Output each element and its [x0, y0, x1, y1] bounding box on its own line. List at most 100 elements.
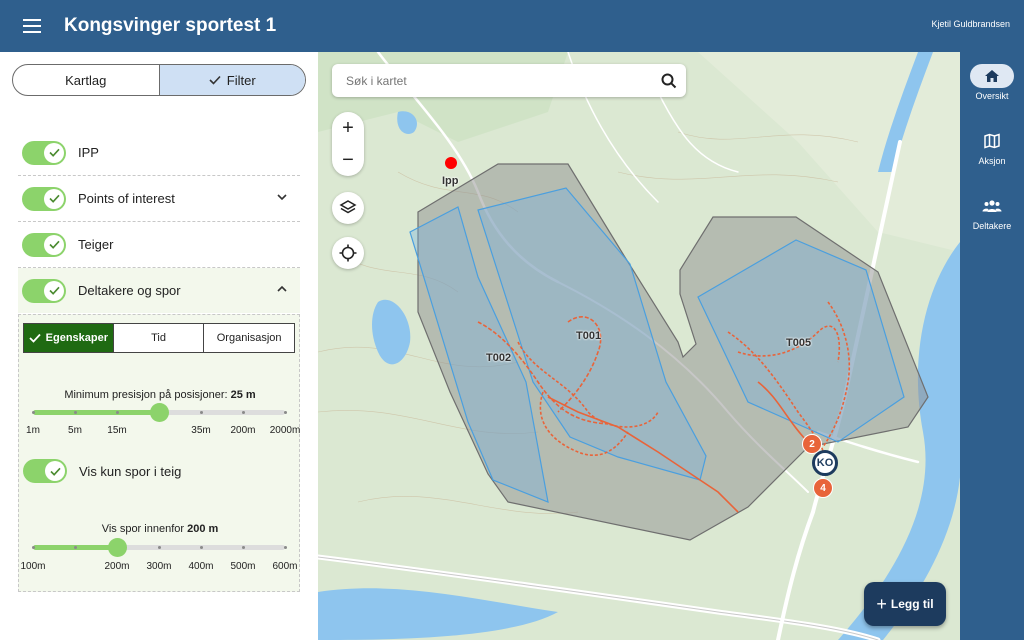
- layers-icon: [339, 200, 357, 214]
- app-title: Kongsvinger sportest 1: [64, 15, 277, 36]
- slider-thumb[interactable]: [107, 538, 127, 557]
- layer-label: Deltakere og spor: [78, 283, 181, 298]
- zoom-out-button[interactable]: −: [332, 144, 364, 176]
- area-label-t001[interactable]: T001: [576, 330, 601, 342]
- map-search-input[interactable]: [344, 72, 652, 89]
- nav-deltakere[interactable]: Deltakere: [960, 194, 1024, 231]
- panel-segment-control: Kartlag Filter: [12, 64, 306, 96]
- slider-tick-dot: [199, 411, 203, 414]
- toggle-only-in-area[interactable]: [23, 459, 67, 483]
- check-icon: [44, 280, 64, 301]
- slider-tick-dot: [73, 546, 77, 549]
- chevron-up-icon[interactable]: [276, 283, 288, 295]
- slider-tick-dot: [115, 411, 119, 414]
- precision-title-value: 25 m: [230, 389, 256, 401]
- toggle-ipp[interactable]: [22, 140, 66, 165]
- slider-tick-dot: [157, 546, 161, 549]
- layer-row-poi: Points of interest: [18, 176, 300, 222]
- slider-tick-label: 2000m: [269, 425, 301, 436]
- segment-filter-label: Filter: [226, 72, 256, 88]
- top-app-bar: Kongsvinger sportest 1 Kjetil Guldbrands…: [0, 0, 1024, 52]
- slider-tick-dot: [283, 411, 287, 414]
- toggle-teiger[interactable]: [22, 232, 66, 257]
- command-post-marker[interactable]: KO: [812, 450, 838, 476]
- nav-aksjon[interactable]: Aksjon: [960, 129, 1024, 166]
- add-button[interactable]: + Legg til: [864, 582, 946, 626]
- slider-thumb[interactable]: [149, 403, 169, 422]
- slider-tick-label: 1m: [26, 425, 40, 436]
- track-range-tick-labels: 100m 200m 300m 400m 500m 600m: [19, 561, 301, 573]
- slider-tick-label: 200m: [104, 561, 130, 572]
- toggle-poi[interactable]: [22, 186, 66, 211]
- map-icon: [970, 129, 1014, 153]
- menu-button[interactable]: [0, 0, 64, 52]
- slider-tick-dot: [31, 411, 35, 414]
- map-view[interactable]: Ipp T001 T002 T005 2 KO 4 + − + Legg til: [318, 52, 960, 640]
- tab-label: Organisasjon: [216, 332, 282, 344]
- layer-row-participants: Deltakere og spor: [18, 268, 300, 313]
- ipp-label: Ipp: [442, 175, 459, 187]
- tab-organisasjon[interactable]: Organisasjon: [203, 324, 294, 352]
- locate-button[interactable]: [332, 237, 364, 269]
- check-icon: [209, 73, 221, 88]
- user-name[interactable]: Kjetil Guldbrandsen: [931, 19, 1010, 29]
- filter-panel: Kartlag Filter IPP Points of interest Te…: [0, 52, 318, 640]
- slider-tick-label: 300m: [146, 561, 172, 572]
- nav-label: Deltakere: [972, 221, 1012, 231]
- map-canvas[interactable]: [318, 52, 960, 640]
- tab-label: Tid: [151, 332, 166, 344]
- slider-tick-label: 500m: [230, 561, 256, 572]
- home-icon: [970, 64, 1014, 88]
- nav-oversikt[interactable]: Oversikt: [960, 64, 1024, 101]
- participant-marker[interactable]: 4: [813, 478, 833, 498]
- precision-tick-labels: 1m 5m 15m 35m 200m 2000m: [19, 425, 301, 437]
- hamburger-icon: [23, 19, 41, 33]
- nav-label: Oversikt: [975, 91, 1009, 101]
- slider-tick-dot: [31, 546, 35, 549]
- check-icon: [44, 234, 64, 255]
- track-range-slider-title: Vis spor innenfor 200 m: [19, 523, 301, 535]
- layer-label: Teiger: [78, 237, 114, 252]
- slider-tick-label: 35m: [191, 425, 211, 436]
- plus-icon: +: [876, 593, 887, 614]
- search-icon[interactable]: [652, 73, 686, 89]
- segment-filter[interactable]: Filter: [158, 65, 305, 95]
- track-range-slider[interactable]: [31, 538, 287, 557]
- check-icon: [45, 461, 65, 481]
- tab-tid[interactable]: Tid: [112, 324, 204, 352]
- slider-tick-label: 200m: [230, 425, 256, 436]
- layer-row-ipp: IPP: [18, 130, 300, 176]
- zoom-in-button[interactable]: +: [332, 112, 364, 144]
- tab-egenskaper[interactable]: Egenskaper: [24, 324, 113, 352]
- right-navigation: Oversikt Aksjon Deltakere: [960, 52, 1024, 640]
- add-button-label: Legg til: [890, 597, 934, 611]
- slider-tick-label: 100m: [20, 561, 46, 572]
- crosshair-icon: [339, 244, 357, 262]
- slider-tick-label: 15m: [107, 425, 127, 436]
- chevron-down-icon[interactable]: [276, 191, 288, 203]
- people-icon: [970, 194, 1014, 218]
- area-label-t002[interactable]: T002: [486, 352, 511, 364]
- slider-fill: [33, 410, 159, 415]
- layer-label: Points of interest: [78, 191, 175, 206]
- segment-kartlag-label: Kartlag: [65, 72, 107, 88]
- area-label-t005[interactable]: T005: [786, 337, 811, 349]
- segment-kartlag[interactable]: Kartlag: [13, 65, 159, 95]
- slider-tick-label: 5m: [68, 425, 82, 436]
- layers-button[interactable]: [332, 192, 364, 224]
- only-in-area-label: Vis kun spor i teig: [79, 463, 182, 479]
- only-in-area-row: Vis kun spor i teig: [19, 457, 181, 485]
- filter-tabs: Egenskaper Tid Organisasjon: [23, 323, 295, 353]
- slider-tick-dot: [241, 546, 245, 549]
- track-range-title-value: 200 m: [187, 523, 219, 535]
- slider-tick-label: 600m: [272, 561, 298, 572]
- precision-slider[interactable]: [31, 403, 287, 422]
- slider-tick-dot: [199, 546, 203, 549]
- precision-slider-title: Minimum presisjon på posisjoner: 25 m: [19, 389, 301, 401]
- map-search-bar: [332, 64, 686, 97]
- layer-list: IPP Points of interest Teiger Deltakere …: [18, 130, 300, 313]
- slider-tick-label: 400m: [188, 561, 214, 572]
- toggle-participants[interactable]: [22, 278, 66, 303]
- layer-row-teiger: Teiger: [18, 222, 300, 268]
- participant-filter-panel: Egenskaper Tid Organisasjon Minimum pres…: [18, 314, 300, 592]
